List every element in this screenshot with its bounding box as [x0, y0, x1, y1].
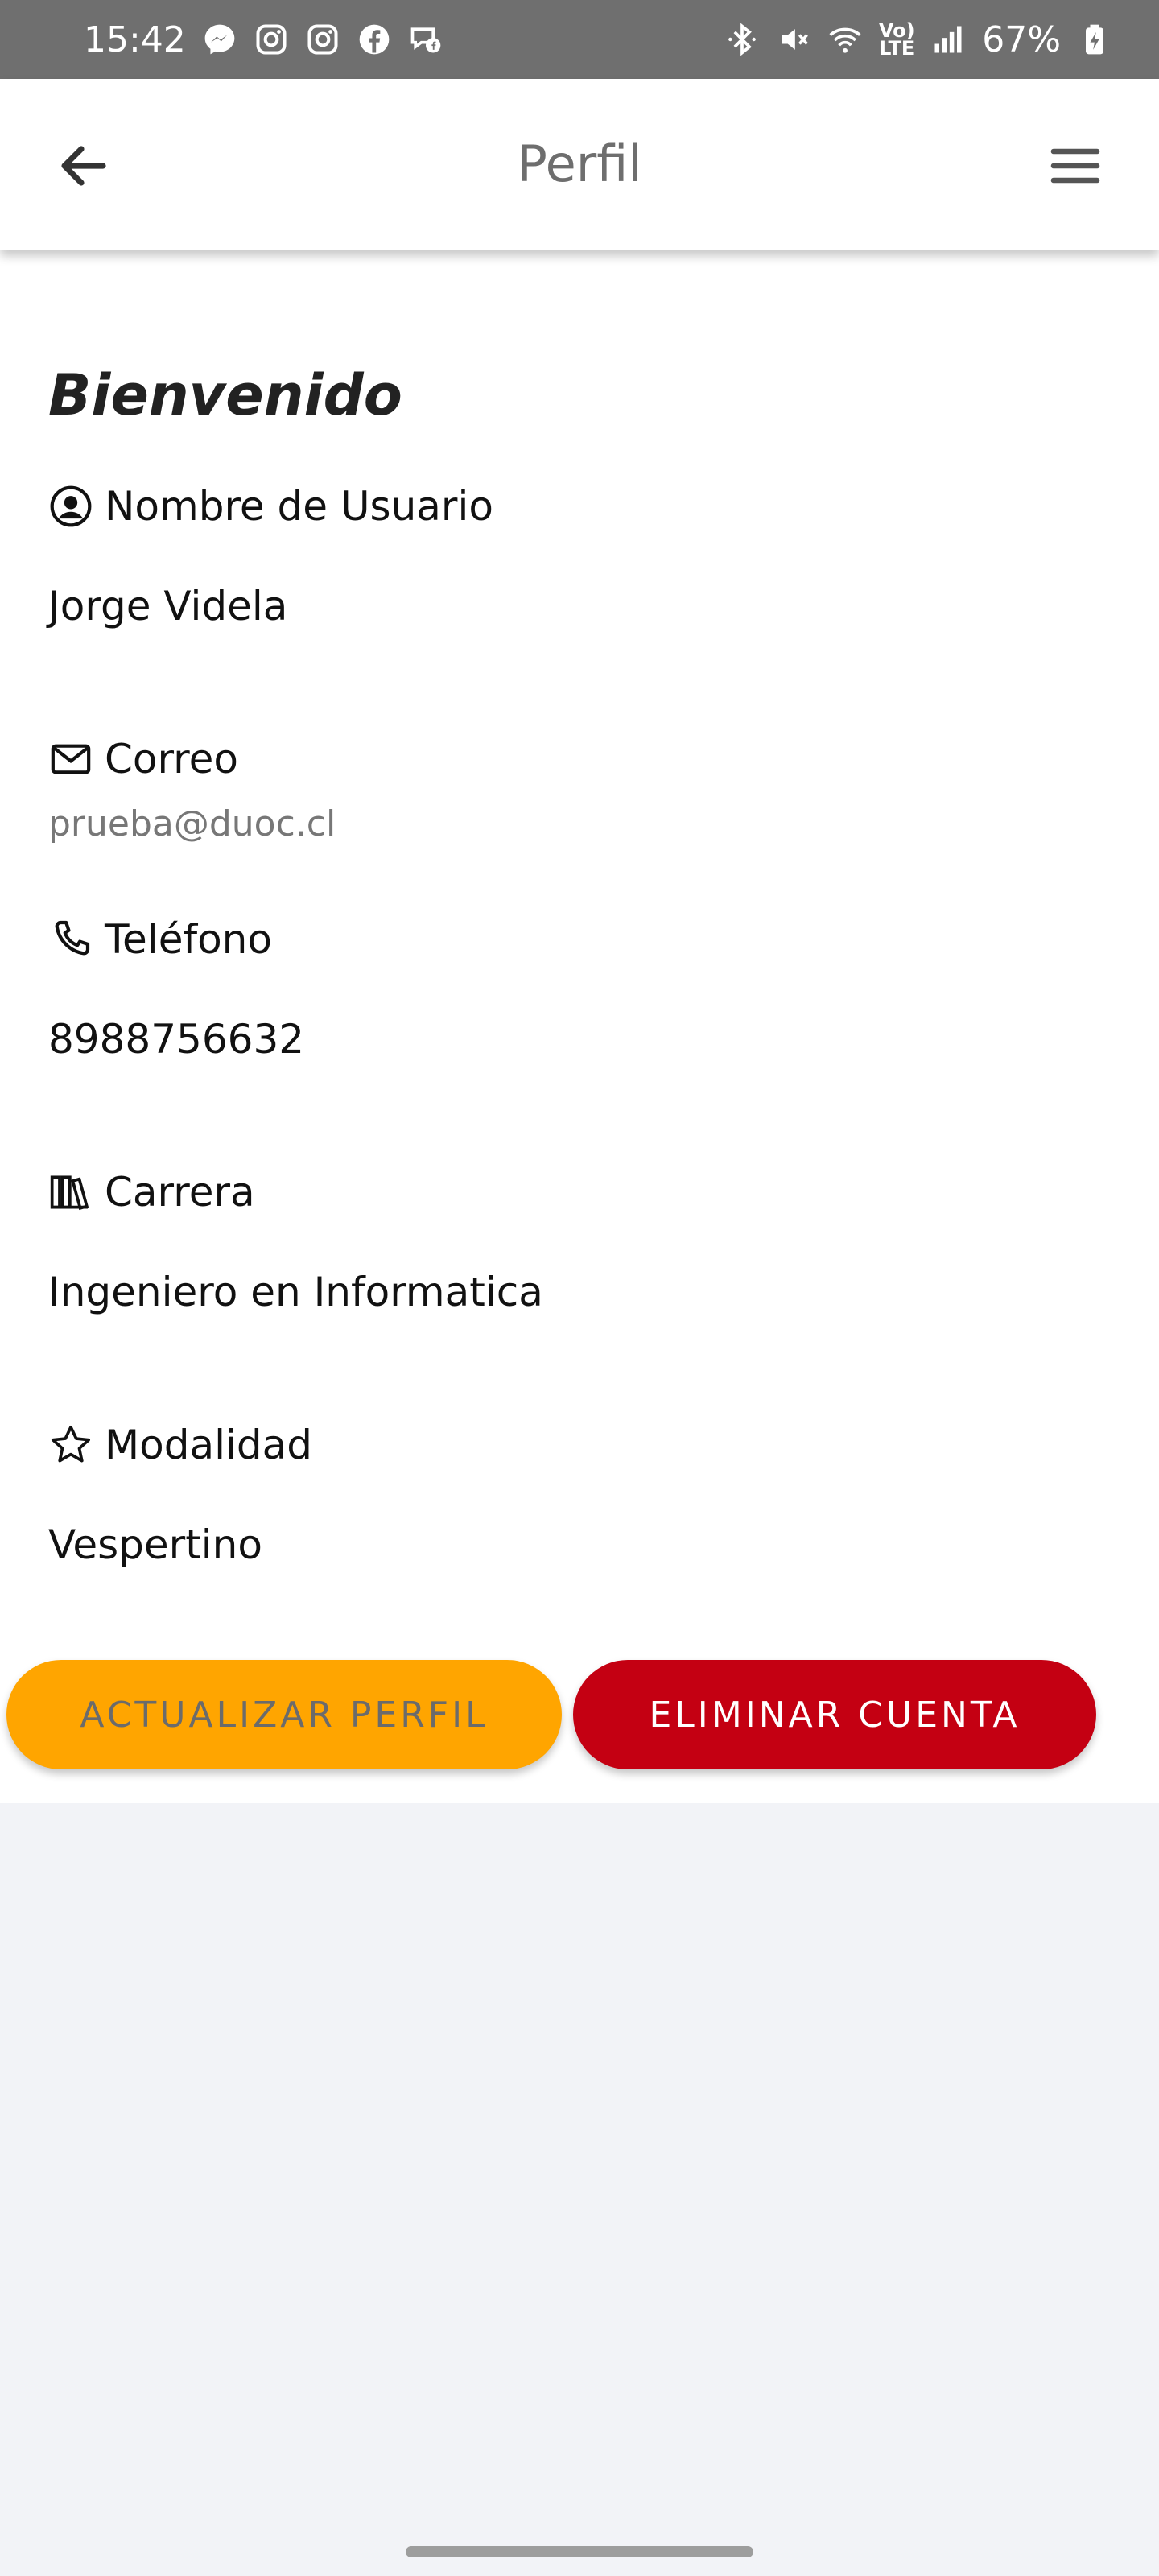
battery-icon: [1077, 22, 1112, 57]
career-value: Ingeniero en Informatica: [48, 1269, 543, 1315]
instagram-icon: [305, 22, 340, 57]
username-value: Jorge Videla: [48, 583, 288, 630]
phone-icon: [55, 920, 90, 956]
menu-button[interactable]: [1037, 127, 1114, 204]
career-label: Carrera: [48, 1169, 255, 1216]
modality-value: Vespertino: [48, 1521, 262, 1568]
mail-icon: [51, 744, 91, 774]
chat-icon: [408, 22, 443, 57]
modality-label: Modalidad: [48, 1422, 312, 1468]
status-left: 15:42: [84, 19, 443, 60]
mute-icon: [776, 22, 811, 57]
field-label-text: Correo: [105, 736, 238, 782]
status-bar: 15:42 Vo) LTE 67%: [0, 0, 1159, 79]
facebook-icon: [357, 22, 392, 57]
field-label-text: Carrera: [105, 1169, 255, 1216]
update-profile-button[interactable]: ACTUALIZAR PERFIL: [6, 1660, 562, 1769]
library-icon: [50, 1175, 89, 1211]
field-label-text: Teléfono: [105, 916, 272, 963]
hamburger-menu-icon: [1050, 148, 1100, 184]
phone-value: 8988756632: [48, 1016, 305, 1063]
home-indicator[interactable]: [406, 2546, 753, 2557]
profile-content: Bienvenido Nombre de Usuario Jorge Videl…: [0, 250, 1159, 1803]
field-label-text: Nombre de Usuario: [105, 483, 493, 530]
user-circle-icon: [50, 485, 92, 527]
bluetooth-icon: [724, 22, 760, 57]
field-label-text: Modalidad: [105, 1422, 313, 1468]
app-bar: Perfil: [0, 79, 1159, 250]
messenger-icon: [202, 22, 237, 57]
star-icon: [51, 1425, 91, 1463]
welcome-heading: Bienvenido: [48, 362, 402, 428]
email-label: Correo: [48, 736, 238, 782]
phone-label: Teléfono: [48, 916, 272, 963]
signal-icon: [930, 22, 966, 57]
email-value: prueba@duoc.cl: [48, 803, 336, 844]
volte-icon: Vo) LTE: [878, 19, 915, 60]
wifi-icon: [827, 22, 863, 57]
page-title: Perfil: [517, 134, 642, 193]
instagram-icon: [254, 22, 289, 57]
status-right: Vo) LTE 67%: [724, 19, 1112, 60]
battery-percent: 67%: [982, 19, 1061, 60]
username-label: Nombre de Usuario: [48, 483, 493, 530]
delete-account-button[interactable]: ELIMINAR CUENTA: [573, 1660, 1096, 1769]
status-time: 15:42: [84, 19, 186, 60]
